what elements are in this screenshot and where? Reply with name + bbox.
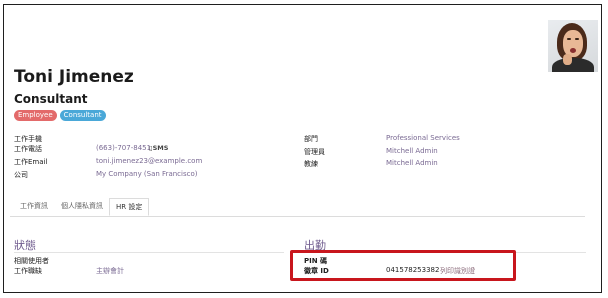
tag-employee[interactable]: Employee <box>14 110 57 121</box>
employee-name[interactable]: Toni Jimenez <box>14 67 134 87</box>
department-label: 部門 <box>304 135 318 143</box>
tab-hr-settings[interactable]: HR 設定 <box>109 198 150 216</box>
work-mobile-label: 工作手機 <box>14 135 42 143</box>
sms-button[interactable]: ▯SMS <box>149 144 168 152</box>
work-phone-value[interactable]: (663)-707-8451 <box>96 144 151 152</box>
job-position-label: 工作職缺 <box>14 267 42 275</box>
company-label: 公司 <box>14 171 28 179</box>
tag-list: Employee Consultant <box>14 110 106 121</box>
employee-avatar[interactable] <box>548 20 598 72</box>
status-section-divider <box>14 252 284 253</box>
employee-job-title[interactable]: Consultant <box>14 92 88 106</box>
work-email-label: 工作Email <box>14 158 48 166</box>
tag-consultant[interactable]: Consultant <box>59 110 106 121</box>
company-value[interactable]: My Company (San Francisco) <box>96 170 197 178</box>
highlight-box <box>290 250 516 281</box>
work-phone-label: 工作電話 <box>14 145 42 153</box>
status-section-title: 狀態 <box>14 239 36 252</box>
coach-label: 教練 <box>304 160 318 168</box>
sms-label: SMS <box>152 144 169 152</box>
related-user-label: 相關使用者 <box>14 257 49 265</box>
work-email-value[interactable]: toni.jimenez23@example.com <box>96 157 202 165</box>
department-value[interactable]: Professional Services <box>386 134 460 142</box>
tab-private-information[interactable]: 個人隱私資訊 <box>55 198 109 216</box>
manager-value[interactable]: Mitchell Admin <box>386 147 438 155</box>
job-position-value[interactable]: 主辦會計 <box>96 266 124 276</box>
tab-work-information[interactable]: 工作資訊 <box>14 198 54 216</box>
tab-bar-divider <box>10 216 585 217</box>
manager-label: 管理員 <box>304 148 325 156</box>
coach-value[interactable]: Mitchell Admin <box>386 159 438 167</box>
